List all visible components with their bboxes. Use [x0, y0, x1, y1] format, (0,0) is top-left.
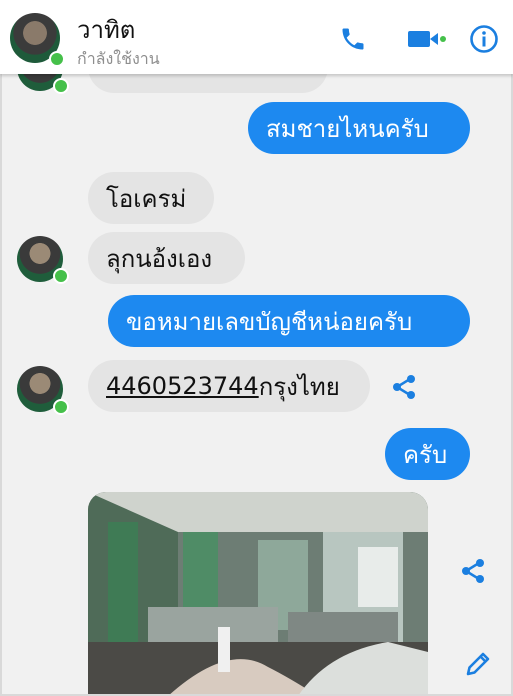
message-bubble-outgoing[interactable]: ขอหมายเลขบัญชีหน่อยครับ [108, 295, 470, 347]
edit-icon [466, 652, 490, 676]
video-call-button[interactable] [404, 22, 448, 56]
contact-status: กำลังใช้งาน [77, 49, 160, 68]
conversation-header: วาทิต กำลังใช้งาน [0, 0, 513, 74]
message-bubble-incoming[interactable]: ลุกนอ้งเอง [88, 232, 245, 284]
share-button[interactable] [458, 556, 488, 586]
info-button[interactable] [467, 22, 501, 56]
bank-name: กรุงไทย [258, 372, 340, 401]
share-button[interactable] [389, 372, 419, 402]
video-call-icon [408, 31, 446, 47]
hospital-ward-photo [88, 492, 428, 696]
info-icon [470, 25, 498, 53]
message-bubble-incoming[interactable]: โอเครม่ [88, 172, 214, 224]
online-indicator [53, 268, 69, 284]
message-bubble-outgoing[interactable]: สมชายไหนครับ [248, 102, 470, 154]
message-bubble-outgoing[interactable]: ครับ [385, 428, 470, 480]
online-indicator [53, 78, 69, 94]
account-number-link[interactable]: 4460523744 [106, 372, 259, 400]
phone-icon [342, 28, 364, 50]
contact-name[interactable]: วาทิต [77, 10, 135, 49]
message-bubble-incoming[interactable]: 4460523744 กรุงไทย [88, 360, 370, 412]
online-indicator [53, 399, 69, 415]
call-button[interactable] [336, 22, 370, 56]
share-icon [393, 375, 415, 399]
photo-message[interactable] [88, 492, 428, 696]
edit-button[interactable] [462, 648, 492, 678]
share-icon [462, 559, 484, 583]
online-indicator [49, 51, 65, 67]
